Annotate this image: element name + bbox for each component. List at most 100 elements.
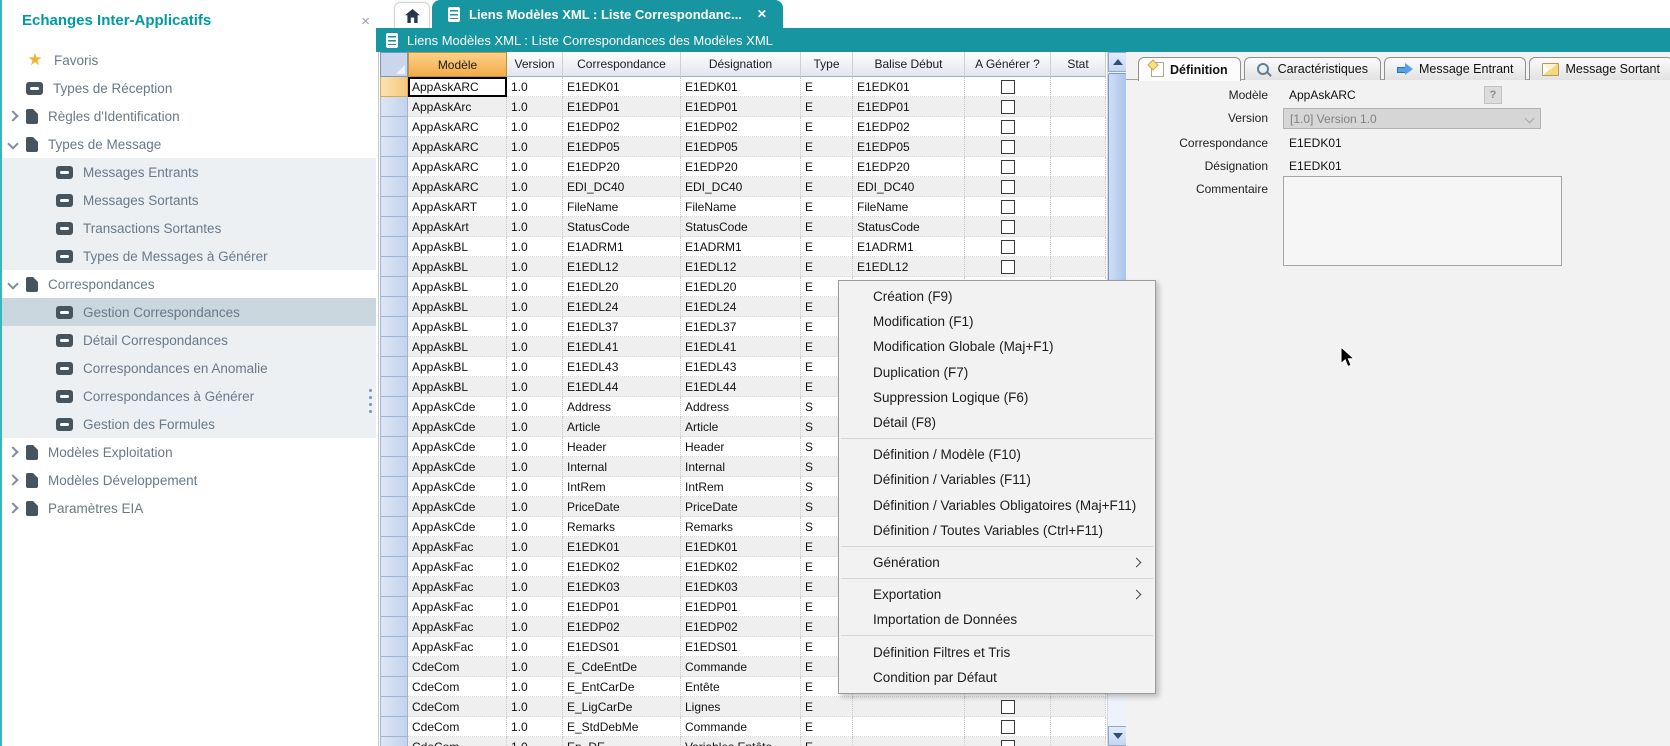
row-selector[interactable] xyxy=(380,237,408,257)
checkbox-icon[interactable] xyxy=(1001,700,1015,714)
row-selector[interactable] xyxy=(380,417,408,437)
row-selector[interactable] xyxy=(380,597,408,617)
sidebar-item[interactable]: Gestion Correspondances xyxy=(0,298,376,326)
select-all-corner[interactable] xyxy=(380,52,408,77)
tab-liens-modeles-xml[interactable]: Liens Modèles XML : Liste Correspondanc.… xyxy=(432,0,783,28)
table-row[interactable]: AppAskBL1.0E1EDL12E1EDL12EE1EDL12 xyxy=(380,257,1106,277)
tab-home[interactable] xyxy=(394,2,430,28)
sidebar-item[interactable]: Messages Sortants xyxy=(0,186,376,214)
menu-item[interactable]: Condition par Défaut xyxy=(839,665,1155,690)
row-selector[interactable] xyxy=(380,697,408,717)
checkbox-icon[interactable] xyxy=(1001,220,1015,234)
checkbox-icon[interactable] xyxy=(1001,80,1015,94)
version-select[interactable]: [1.0] Version 1.0 xyxy=(1283,108,1541,129)
checkbox-icon[interactable] xyxy=(1001,160,1015,174)
row-selector[interactable] xyxy=(380,517,408,537)
chevron-down-icon[interactable] xyxy=(7,278,18,289)
checkbox-icon[interactable] xyxy=(1001,740,1015,746)
checkbox-icon[interactable] xyxy=(1001,200,1015,214)
row-selector[interactable] xyxy=(380,137,408,157)
row-selector[interactable] xyxy=(380,177,408,197)
table-row[interactable]: AppAskARC1.0E1EDP05E1EDP05EE1EDP05 xyxy=(380,137,1106,157)
row-selector[interactable] xyxy=(380,157,408,177)
sidebar-item[interactable]: Correspondances xyxy=(0,270,376,298)
menu-item[interactable]: Définition / Toutes Variables (Ctrl+F11) xyxy=(839,518,1155,543)
row-selector[interactable] xyxy=(380,77,408,97)
sidebar-item[interactable]: Types de Message xyxy=(0,130,376,158)
row-selector[interactable] xyxy=(380,677,408,697)
column-header[interactable]: Version xyxy=(507,52,563,77)
scroll-down-button[interactable] xyxy=(1108,726,1127,746)
column-header[interactable]: A Générer ? xyxy=(965,52,1051,77)
row-selector[interactable] xyxy=(380,737,408,746)
menu-item[interactable]: Génération xyxy=(839,550,1155,575)
tab-caract-ristiques[interactable]: Caractéristiques xyxy=(1244,57,1381,80)
table-row[interactable]: CdeCom1.0E_LigCarDeLignesE xyxy=(380,697,1106,717)
table-row[interactable]: AppAskARC1.0E1EDP20E1EDP20EE1EDP20 xyxy=(380,157,1106,177)
help-button[interactable]: ? xyxy=(1484,86,1502,104)
table-row[interactable]: AppAskARC1.0E1EDK01E1EDK01EE1EDK01 xyxy=(380,77,1106,97)
row-selector[interactable] xyxy=(380,337,408,357)
table-row[interactable]: AppAskARC1.0E1EDP02E1EDP02EE1EDP02 xyxy=(380,117,1106,137)
row-selector[interactable] xyxy=(380,457,408,477)
row-selector[interactable] xyxy=(380,197,408,217)
column-header[interactable]: Stat xyxy=(1051,52,1106,77)
table-row[interactable]: AppAskBL1.0E1ADRM1E1ADRM1EE1ADRM1 xyxy=(380,237,1106,257)
menu-item[interactable]: Duplication (F7) xyxy=(839,360,1155,385)
chevron-right-icon[interactable] xyxy=(7,446,18,457)
row-selector[interactable] xyxy=(380,437,408,457)
table-row[interactable]: AppAskArc1.0E1EDP01E1EDP01EE1EDP01 xyxy=(380,97,1106,117)
row-selector[interactable] xyxy=(380,497,408,517)
sidebar-item[interactable]: Règles d'Identification xyxy=(0,102,376,130)
sidebar-item[interactable]: Détail Correspondances xyxy=(0,326,376,354)
chevron-right-icon[interactable] xyxy=(7,502,18,513)
table-row[interactable]: CdeCom1.0E_StdDebMeCommandeE xyxy=(380,717,1106,737)
table-row[interactable]: AppAskArt1.0StatusCodeStatusCodeEStatusC… xyxy=(380,217,1106,237)
sidebar-close-icon[interactable]: × xyxy=(361,14,370,29)
checkbox-icon[interactable] xyxy=(1001,720,1015,734)
column-header[interactable]: Correspondance xyxy=(563,52,681,77)
tab-d-finition[interactable]: Définition xyxy=(1138,57,1241,81)
menu-item[interactable]: Suppression Logique (F6) xyxy=(839,385,1155,410)
menu-item[interactable]: Définition / Variables (F11) xyxy=(839,467,1155,492)
row-selector[interactable] xyxy=(380,537,408,557)
checkbox-icon[interactable] xyxy=(1001,240,1015,254)
tab-message-entrant[interactable]: Message Entrant xyxy=(1384,57,1527,80)
menu-item[interactable]: Importation de Données xyxy=(839,607,1155,632)
menu-item[interactable]: Détail (F8) xyxy=(839,410,1155,435)
chevron-right-icon[interactable] xyxy=(7,110,18,121)
chevron-right-icon[interactable] xyxy=(7,474,18,485)
row-selector[interactable] xyxy=(380,297,408,317)
column-header[interactable]: Type xyxy=(801,52,853,77)
checkbox-icon[interactable] xyxy=(1001,260,1015,274)
row-selector[interactable] xyxy=(380,97,408,117)
row-selector[interactable] xyxy=(380,717,408,737)
row-selector[interactable] xyxy=(380,377,408,397)
sidebar-item[interactable]: ★Favoris xyxy=(0,46,376,74)
checkbox-icon[interactable] xyxy=(1001,180,1015,194)
scroll-up-button[interactable] xyxy=(1108,52,1127,72)
checkbox-icon[interactable] xyxy=(1001,140,1015,154)
row-selector[interactable] xyxy=(380,277,408,297)
tab-message-sortant[interactable]: Message Sortant xyxy=(1529,57,1670,80)
checkbox-icon[interactable] xyxy=(1001,100,1015,114)
sidebar-item[interactable]: Paramètres EIA xyxy=(0,494,376,522)
row-selector[interactable] xyxy=(380,117,408,137)
row-selector[interactable] xyxy=(380,577,408,597)
sidebar-item[interactable]: Correspondances en Anomalie xyxy=(0,354,376,382)
row-selector[interactable] xyxy=(380,637,408,657)
tab-close-icon[interactable]: ✕ xyxy=(757,7,767,21)
splitter-handle[interactable] xyxy=(369,385,372,417)
row-selector[interactable] xyxy=(380,357,408,377)
row-selector[interactable] xyxy=(380,557,408,577)
menu-item[interactable]: Définition / Modèle (F10) xyxy=(839,442,1155,467)
chevron-down-icon[interactable] xyxy=(7,138,18,149)
column-header[interactable]: Désignation xyxy=(681,52,801,77)
row-selector[interactable] xyxy=(380,397,408,417)
checkbox-icon[interactable] xyxy=(1001,120,1015,134)
table-row[interactable]: AppAskART1.0FileNameFileNameEFileName xyxy=(380,197,1106,217)
sidebar-item[interactable]: Correspondances à Générer xyxy=(0,382,376,410)
row-selector[interactable] xyxy=(380,257,408,277)
menu-item[interactable]: Création (F9) xyxy=(839,284,1155,309)
column-header[interactable]: Balise Début xyxy=(853,52,965,77)
